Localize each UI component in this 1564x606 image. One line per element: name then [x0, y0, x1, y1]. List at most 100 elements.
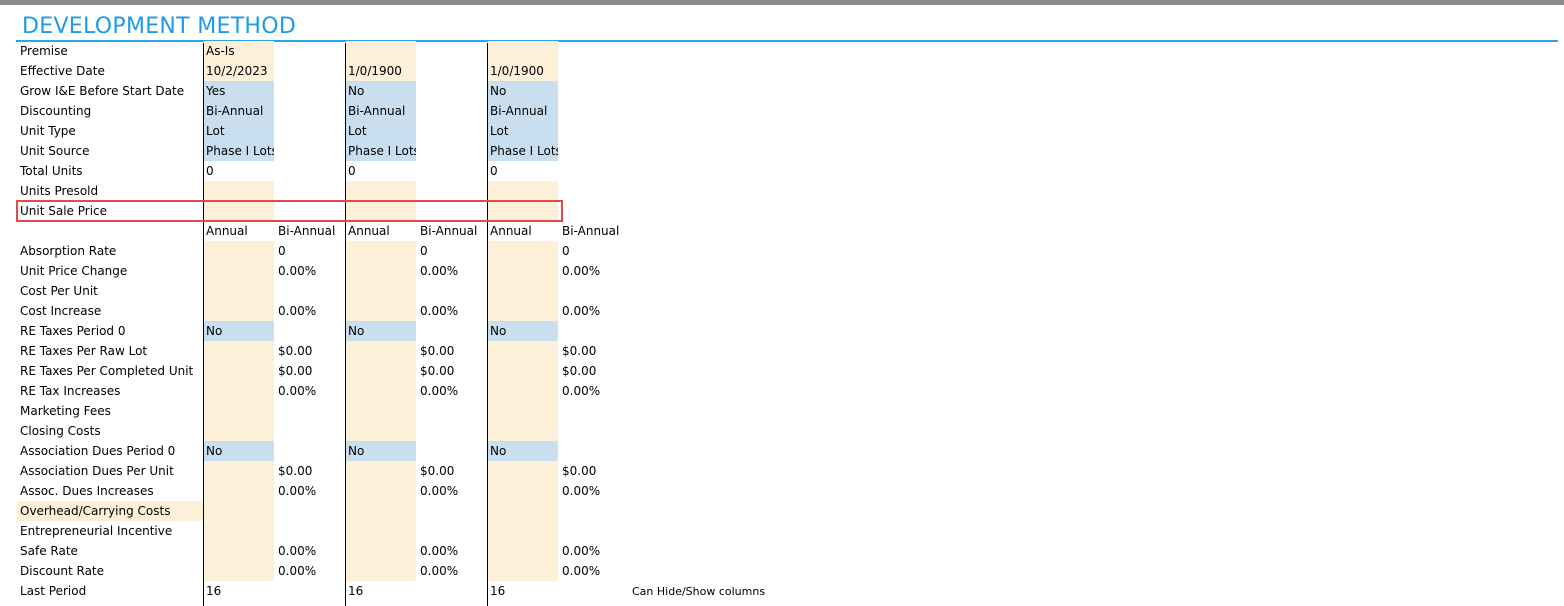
cell-assoc-dues-period0[interactable]: No — [488, 441, 558, 461]
cell-unit-price-change: 0.00% — [278, 264, 317, 278]
cell-assoc-dues-increases-a[interactable] — [488, 481, 558, 501]
cell-unit-type[interactable]: Lot — [488, 121, 558, 141]
cell-re-taxes-raw-lot: $0.00 — [420, 344, 455, 358]
cell-safe-rate: 0.00% — [562, 544, 601, 558]
cell-overhead-a[interactable] — [346, 501, 416, 521]
cell-assoc-dues-increases: 0.00% — [420, 484, 459, 498]
cell-grow-ie[interactable]: No — [346, 81, 416, 101]
cell-effective-date[interactable]: 1/0/1900 — [488, 61, 558, 81]
cell-assoc-dues-per-unit-a[interactable] — [346, 461, 416, 481]
cell-last-period: 16 — [490, 584, 506, 598]
cell-closing-costs-a[interactable] — [204, 421, 274, 441]
cell-entrepreneurial-a[interactable] — [346, 521, 416, 541]
cell-safe-rate: 0.00% — [420, 544, 459, 558]
cell-cost-increase: 0.00% — [278, 304, 317, 318]
cell-assoc-dues-per-unit: $0.00 — [278, 464, 313, 478]
cell-unit-source[interactable]: Phase I Lots — [488, 141, 558, 161]
cell-re-taxes-period0[interactable]: No — [488, 321, 558, 341]
cell-discount-rate-a[interactable] — [204, 561, 274, 581]
cell-effective-date[interactable]: 10/2/2023 — [204, 61, 274, 81]
cell-premise[interactable]: As-Is — [204, 41, 274, 61]
cell-assoc-dues-increases-a[interactable] — [204, 481, 274, 501]
cell-closing-costs-a[interactable] — [346, 421, 416, 441]
cell-hdr-biannual: Bi-Annual — [562, 224, 620, 238]
cell-last-period: 16 — [348, 584, 364, 598]
cell-assoc-dues-per-unit-a[interactable] — [204, 461, 274, 481]
cell-assoc-dues-period0[interactable]: No — [346, 441, 416, 461]
cell-cost-per-unit-a[interactable] — [204, 281, 274, 301]
cell-grow-ie[interactable]: No — [488, 81, 558, 101]
cell-assoc-dues-period0[interactable]: No — [204, 441, 274, 461]
cell-cost-per-unit-a[interactable] — [346, 281, 416, 301]
cell-units-presold[interactable] — [346, 181, 416, 201]
cell-entrepreneurial-a[interactable] — [204, 521, 274, 541]
cell-safe-rate-a[interactable] — [346, 541, 416, 561]
cell-overhead-a[interactable] — [204, 501, 274, 521]
cell-discount-rate: 0.00% — [278, 564, 317, 578]
cell-units-presold[interactable] — [488, 181, 558, 201]
cell-unit-source[interactable]: Phase I Lots — [346, 141, 416, 161]
cell-re-taxes-completed-a[interactable] — [488, 361, 558, 381]
cell-discount-rate: 0.00% — [420, 564, 459, 578]
cell-re-taxes-period0[interactable]: No — [204, 321, 274, 341]
cell-re-taxes-raw-lot-a[interactable] — [488, 341, 558, 361]
scenario-column-1: As-Is 10/2/2023 Yes Bi-Annual Lot Phase I Lot… — [203, 0, 345, 606]
cell-unit-source[interactable]: Phase I Lots — [204, 141, 274, 161]
cell-cost-increase: 0.00% — [562, 304, 601, 318]
cell-cost-increase-a[interactable] — [204, 301, 274, 321]
cell-unit-price-change: 0.00% — [562, 264, 601, 278]
cell-entrepreneurial-a[interactable] — [488, 521, 558, 541]
cell-re-taxes-completed: $0.00 — [562, 364, 597, 378]
cell-discounting[interactable]: Bi-Annual — [346, 101, 416, 121]
cell-unit-type[interactable]: Lot — [204, 121, 274, 141]
cell-grow-ie[interactable]: Yes — [204, 81, 274, 101]
cell-unit-type[interactable]: Lot — [346, 121, 416, 141]
cell-re-taxes-raw-lot-a[interactable] — [346, 341, 416, 361]
cell-assoc-dues-per-unit-a[interactable] — [488, 461, 558, 481]
cell-absorption-rate: 0 — [420, 244, 428, 258]
cell-re-taxes-raw-lot: $0.00 — [562, 344, 597, 358]
cell-assoc-dues-per-unit: $0.00 — [420, 464, 455, 478]
cell-discount-rate-a[interactable] — [488, 561, 558, 581]
cell-overhead-a[interactable] — [488, 501, 558, 521]
cell-safe-rate-a[interactable] — [488, 541, 558, 561]
cell-total-units: 0 — [490, 164, 498, 178]
cell-units-presold[interactable] — [204, 181, 274, 201]
cell-unit-price-change-a[interactable] — [346, 261, 416, 281]
cell-re-taxes-raw-lot-a[interactable] — [204, 341, 274, 361]
cell-discount-rate-a[interactable] — [346, 561, 416, 581]
cell-discounting[interactable]: Bi-Annual — [204, 101, 274, 121]
cell-absorption-rate-a[interactable] — [204, 241, 274, 261]
cell-re-tax-increases-a[interactable] — [204, 381, 274, 401]
cell-re-tax-increases-a[interactable] — [346, 381, 416, 401]
cell-re-taxes-completed-a[interactable] — [346, 361, 416, 381]
cell-total-units: 0 — [206, 164, 214, 178]
cell-unit-price-change: 0.00% — [420, 264, 459, 278]
cell-discounting[interactable]: Bi-Annual — [488, 101, 558, 121]
cell-marketing-fees-a[interactable] — [204, 401, 274, 421]
cell-cost-per-unit-a[interactable] — [488, 281, 558, 301]
cell-re-taxes-period0[interactable]: No — [346, 321, 416, 341]
cell-premise[interactable] — [346, 41, 416, 61]
cell-absorption-rate-a[interactable] — [346, 241, 416, 261]
cell-marketing-fees-a[interactable] — [346, 401, 416, 421]
cell-effective-date[interactable]: 1/0/1900 — [346, 61, 416, 81]
cell-absorption-rate: 0 — [562, 244, 570, 258]
cell-assoc-dues-increases-a[interactable] — [346, 481, 416, 501]
cell-assoc-dues-per-unit: $0.00 — [562, 464, 597, 478]
cell-unit-price-change-a[interactable] — [488, 261, 558, 281]
cell-re-taxes-completed: $0.00 — [420, 364, 455, 378]
cell-closing-costs-a[interactable] — [488, 421, 558, 441]
cell-absorption-rate-a[interactable] — [488, 241, 558, 261]
cell-re-taxes-completed-a[interactable] — [204, 361, 274, 381]
cell-unit-price-change-a[interactable] — [204, 261, 274, 281]
cell-discount-rate: 0.00% — [562, 564, 601, 578]
cell-marketing-fees-a[interactable] — [488, 401, 558, 421]
cell-absorption-rate: 0 — [278, 244, 286, 258]
cell-premise[interactable] — [488, 41, 558, 61]
cell-cost-increase-a[interactable] — [346, 301, 416, 321]
cell-safe-rate-a[interactable] — [204, 541, 274, 561]
cell-cost-increase-a[interactable] — [488, 301, 558, 321]
cell-re-tax-increases: 0.00% — [562, 384, 601, 398]
cell-re-tax-increases-a[interactable] — [488, 381, 558, 401]
